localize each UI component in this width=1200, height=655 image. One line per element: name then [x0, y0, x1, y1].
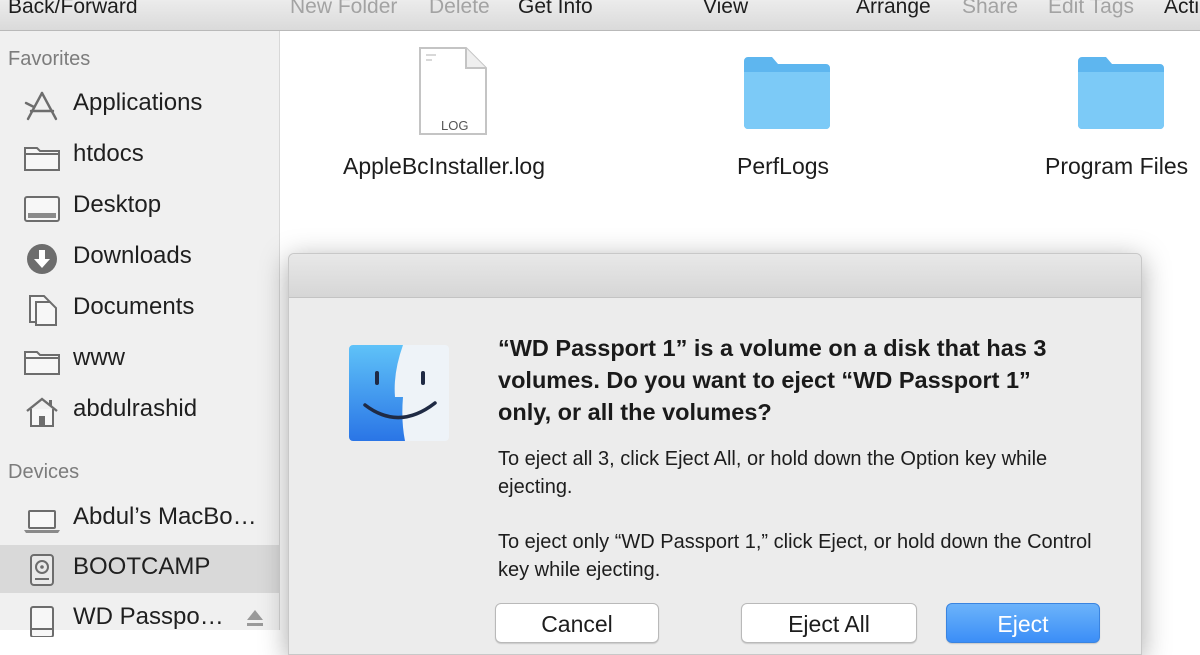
log-badge: LOG — [441, 118, 469, 133]
sidebar-item-home[interactable]: abdulrashid — [0, 387, 279, 435]
get-info-button[interactable]: Get Info — [518, 0, 593, 19]
sidebar-item-label: htdocs — [73, 140, 144, 167]
sidebar: Favorites Applications htdocs Desktop Do… — [0, 31, 280, 637]
cancel-button[interactable]: Cancel — [495, 603, 659, 643]
sidebar-item-wd-passport[interactable]: WD Passpo… — [0, 595, 279, 643]
folder-icon[interactable] — [1076, 55, 1166, 129]
applications-icon — [24, 91, 58, 121]
dialog-title: “WD Passport 1” is a volume on a disk th… — [498, 335, 1047, 425]
home-icon — [26, 397, 58, 427]
eject-all-button[interactable]: Eject All — [741, 603, 917, 643]
folder-icon — [24, 351, 60, 375]
sidebar-item-macbook[interactable]: Abdul’s MacBo… — [0, 495, 279, 543]
eject-dialog: “WD Passport 1” is a volume on a disk th… — [288, 253, 1142, 655]
favorites-heading: Favorites — [8, 48, 91, 70]
sidebar-item-www[interactable]: www — [0, 336, 279, 384]
sidebar-item-label: Abdul’s MacBo… — [73, 503, 257, 530]
sidebar-item-label: Applications — [73, 89, 203, 116]
file-name-program-files[interactable]: Program Files — [1045, 153, 1188, 180]
sidebar-item-label: Documents — [73, 293, 195, 320]
eject-icon[interactable] — [244, 607, 266, 629]
action-button[interactable]: Acti — [1164, 0, 1199, 19]
hard-disk-icon — [30, 554, 54, 586]
delete-button[interactable]: Delete — [429, 0, 490, 19]
desktop-icon — [24, 196, 60, 222]
laptop-icon — [24, 510, 60, 533]
dialog-message-eject-one: To eject only “WD Passport 1,” click Eje… — [498, 531, 1092, 581]
sidebar-item-bootcamp[interactable]: BOOTCAMP — [0, 545, 279, 593]
documents-icon — [29, 295, 57, 326]
external-disk-icon — [30, 606, 54, 637]
sidebar-item-label: WD Passpo… — [73, 603, 224, 630]
toolbar: Back/Forward New Folder Delete Get Info … — [0, 0, 1200, 31]
dialog-titlebar — [289, 254, 1141, 298]
dialog-message-eject-all: To eject all 3, click Eject All, or hold… — [498, 448, 1048, 498]
sidebar-item-label: abdulrashid — [73, 395, 198, 422]
sidebar-item-htdocs[interactable]: htdocs — [0, 132, 279, 180]
arrange-button[interactable]: Arrange — [856, 0, 931, 19]
sidebar-item-label: www — [73, 344, 125, 371]
sidebar-item-applications[interactable]: Applications — [0, 81, 279, 129]
edit-tags-button[interactable]: Edit Tags — [1048, 0, 1134, 19]
file-name-applebcinstaller[interactable]: AppleBcInstaller.log — [343, 153, 545, 180]
eject-button[interactable]: Eject — [946, 603, 1100, 643]
folder-icon[interactable] — [742, 55, 832, 129]
finder-icon — [349, 345, 449, 441]
downloads-icon — [27, 244, 57, 274]
view-button[interactable]: View — [703, 0, 748, 19]
sidebar-item-label: Desktop — [73, 191, 162, 218]
sidebar-item-documents[interactable]: Documents — [0, 285, 279, 333]
share-button[interactable]: Share — [962, 0, 1018, 19]
sidebar-item-label: BOOTCAMP — [73, 553, 211, 580]
sidebar-item-desktop[interactable]: Desktop — [0, 183, 279, 231]
sidebar-item-downloads[interactable]: Downloads — [0, 234, 279, 282]
devices-heading: Devices — [8, 461, 80, 483]
sidebar-item-label: Downloads — [73, 242, 192, 269]
file-name-perflogs[interactable]: PerfLogs — [737, 153, 829, 180]
new-folder-button[interactable]: New Folder — [290, 0, 397, 19]
back-forward-button[interactable]: Back/Forward — [8, 0, 138, 19]
folder-icon — [24, 147, 60, 171]
